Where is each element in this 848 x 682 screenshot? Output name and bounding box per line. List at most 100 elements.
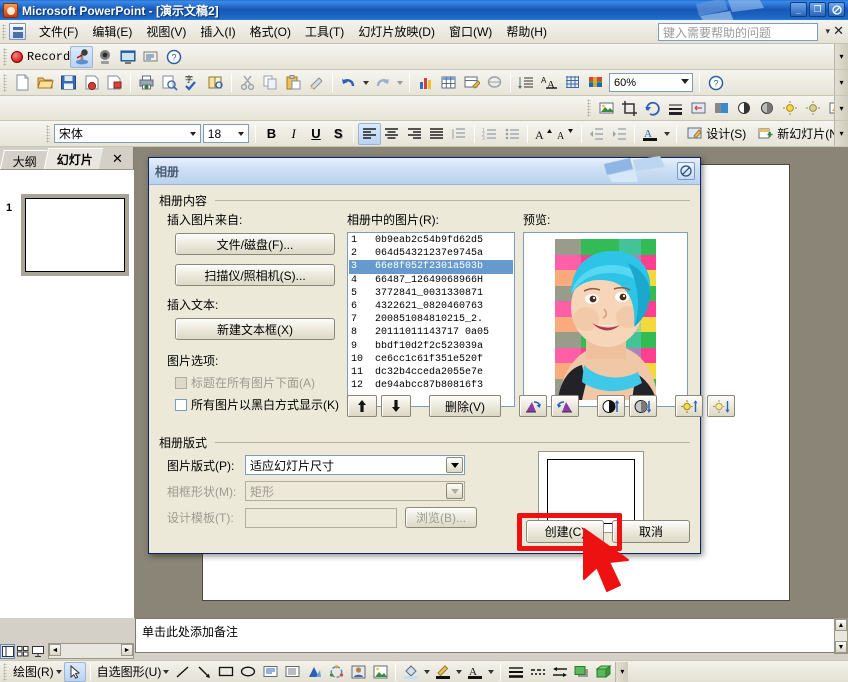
zoom-combo[interactable]: 60% [609, 73, 693, 92]
toolbar-grip[interactable] [3, 73, 7, 92]
hyperlink-icon[interactable] [483, 72, 506, 94]
scroll-left-icon[interactable]: ◄ [49, 644, 61, 656]
expand-all-icon[interactable] [515, 72, 538, 94]
picture-layout-combo[interactable]: 适应幻灯片尺寸 [245, 455, 465, 475]
decrease-contrast-button[interactable] [629, 395, 657, 417]
scanner-camera-button[interactable]: 扫描仪/照相机(S)... [175, 264, 335, 286]
rotate-left-button[interactable] [519, 395, 547, 417]
shadow-button[interactable]: S [327, 123, 349, 145]
toolbar-grip[interactable] [3, 662, 7, 681]
scroll-up-icon[interactable]: ▲ [835, 619, 847, 631]
toolbar-grip[interactable] [3, 47, 7, 66]
font-name-combo[interactable]: 宋体 [53, 124, 201, 143]
notes-pane[interactable]: 单击此处添加备注 [135, 618, 835, 653]
copy-icon[interactable] [259, 72, 282, 94]
design-button[interactable]: 设计(S) [681, 123, 752, 144]
select-arrow-icon[interactable] [63, 661, 86, 682]
scroll-down-icon[interactable]: ▼ [835, 641, 847, 653]
bullets-button[interactable] [501, 123, 523, 145]
undo-icon[interactable] [337, 72, 360, 94]
slide-thumbnail-list[interactable]: 1 [0, 169, 134, 618]
webcam-icon[interactable] [93, 46, 116, 68]
increase-font-size-button[interactable]: A [532, 123, 554, 145]
frame-shape-combo[interactable]: 矩形 [245, 481, 465, 501]
picture-list-item[interactable]: 11 dc32b4cceda2055e7e [349, 366, 513, 379]
new-icon[interactable] [11, 72, 34, 94]
picture-list-item[interactable]: 7 200851084810215_2. [349, 313, 513, 326]
picture-list-item[interactable]: 2 064d54321237e9745a [349, 247, 513, 260]
shadow-style-icon[interactable] [571, 662, 593, 682]
fill-color-dropdown-icon[interactable] [422, 662, 432, 682]
arrow-icon[interactable] [193, 662, 215, 682]
menu-window[interactable]: 窗口(W) [442, 20, 499, 43]
oval-icon[interactable] [237, 662, 259, 682]
remove-button[interactable]: 删除(V) [429, 395, 501, 417]
chevron-down-icon[interactable] [681, 79, 689, 84]
insert-table-icon[interactable] [460, 72, 483, 94]
font-color-dropdown-icon[interactable] [662, 123, 673, 145]
arrow-style-icon[interactable] [549, 662, 571, 682]
help-icon[interactable]: ? [704, 72, 727, 94]
close-document-button[interactable]: ✕ [833, 23, 844, 39]
menu-file[interactable]: 文件(F) [32, 20, 85, 43]
spelling-icon[interactable]: 字 [181, 72, 204, 94]
insert-chart-icon[interactable] [414, 72, 437, 94]
slide-sorter-view-button[interactable] [15, 644, 30, 659]
dash-style-icon[interactable] [527, 662, 549, 682]
decrease-indent-button[interactable] [586, 123, 608, 145]
crop-icon[interactable] [618, 97, 641, 119]
3d-style-icon[interactable] [593, 662, 615, 682]
increase-contrast-button[interactable] [597, 395, 625, 417]
decrease-font-size-button[interactable]: A [555, 123, 577, 145]
record-dot-icon[interactable] [11, 50, 23, 63]
recolor-picture-icon[interactable] [710, 97, 733, 119]
mail-icon[interactable] [80, 72, 103, 94]
picture-list-item[interactable]: 9 bbdf10d2f2c523039a [349, 340, 513, 353]
undo-dropdown-icon[interactable] [360, 72, 371, 94]
pictures-listbox[interactable]: 1 0b9eab2c54b9fd62d5 2 064d54321237e9745a 3 6… [347, 232, 515, 407]
open-icon[interactable] [34, 72, 57, 94]
menu-grip[interactable] [2, 23, 6, 40]
captions-below-checkbox[interactable] [175, 376, 187, 389]
picture-toolbar-overflow[interactable]: ▾ [834, 96, 848, 120]
show-formatting-icon[interactable]: AA [538, 72, 561, 94]
line-spacing-button[interactable] [447, 123, 469, 145]
decrease-brightness-button[interactable] [707, 395, 735, 417]
design-template-input[interactable] [245, 507, 397, 528]
numbering-button[interactable]: 123 [479, 123, 501, 145]
minimize-button[interactable]: _ [790, 2, 807, 17]
captions-below-checkbox-row[interactable]: 标题在所有图片下面(A) [175, 374, 347, 391]
scroll-right-icon[interactable]: ► [121, 644, 133, 656]
tab-outline[interactable]: 大纲 [0, 150, 48, 169]
black-white-checkbox[interactable] [175, 398, 187, 411]
slide-thumbnail-1[interactable] [21, 194, 129, 276]
menu-tools[interactable]: 工具(T) [298, 20, 351, 43]
picture-icon[interactable] [369, 662, 391, 682]
notes-scrollbar[interactable]: ▲ ▼ [834, 618, 848, 654]
more-brightness-icon[interactable] [779, 97, 802, 119]
menu-format[interactable]: 格式(O) [243, 20, 298, 43]
chevron-down-icon[interactable] [446, 483, 463, 499]
grid-icon[interactable] [561, 72, 584, 94]
picture-list-item[interactable]: 4 66487_12649068966H [349, 274, 513, 287]
clip-art-icon[interactable] [347, 662, 369, 682]
cut-icon[interactable] [236, 72, 259, 94]
picture-list-item[interactable]: 3 66e8f052f2301a503b [349, 260, 513, 274]
chevron-down-icon[interactable] [446, 457, 463, 473]
paste-icon[interactable] [282, 72, 305, 94]
line-icon[interactable] [171, 662, 193, 682]
font-color-dropdown-icon[interactable] [486, 662, 496, 682]
permission-icon[interactable] [103, 72, 126, 94]
rotate-icon[interactable] [641, 97, 664, 119]
autoshapes-menu-button[interactable]: 自选图形(U) [95, 663, 172, 680]
align-right-button[interactable] [403, 123, 425, 145]
horizontal-scrollbar[interactable]: ◄ ► [48, 643, 134, 659]
microphone-icon[interactable] [70, 45, 94, 68]
toolbar-grip[interactable] [46, 124, 50, 143]
new-textbox-button[interactable]: 新建文本框(X) [175, 318, 335, 340]
formatting-toolbar-overflow[interactable]: ▾ [834, 121, 848, 146]
wordart-icon[interactable] [303, 662, 325, 682]
picture-list-item[interactable]: 12 de94abcc87b80816f3 [349, 379, 513, 392]
restore-button[interactable]: ❐ [809, 2, 826, 17]
annotate-icon[interactable] [139, 46, 162, 68]
